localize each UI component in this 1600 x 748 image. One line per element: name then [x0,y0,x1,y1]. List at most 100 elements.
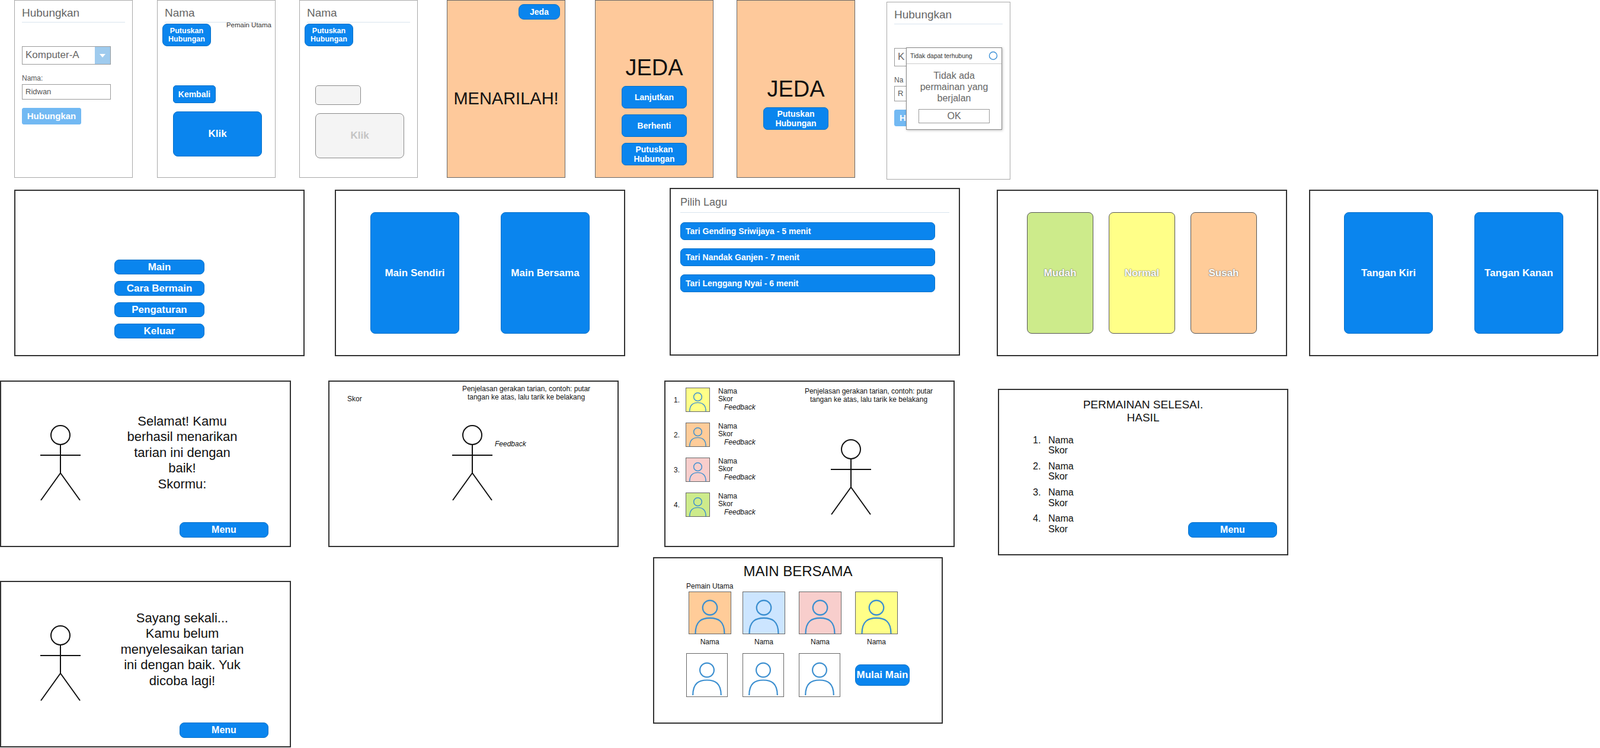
success-screen: Selamat! Kamu berhasil menarikan tarian … [0,380,291,547]
result-row: 3. NamaSkor [1032,487,1074,508]
dropdown-value: Komputer-A [22,46,95,64]
player-avatar-icon [798,591,842,635]
player-feedback: Feedback [724,403,756,412]
menu-button[interactable]: Menu [179,722,269,738]
player-feedback: Feedback [724,438,756,447]
player-row: 4.NamaSkorFeedback [673,492,793,517]
empty-avatar-icon [742,653,784,697]
player-feedback: Feedback [724,473,756,482]
dancer-figure-icon [39,624,82,703]
dialog-title: Tidak dapat terhubung [910,52,973,60]
start-button[interactable]: Mulai Main [855,664,910,686]
main-menu-screen: Main Cara Bermain Pengaturan Keluar [14,189,305,357]
screen-title: Nama [306,6,411,23]
dancer-figure-icon [39,424,82,503]
difficulty-select-screen: MudahNormalSusah [996,189,1288,357]
mode-option[interactable]: Main Sendiri [370,212,460,334]
player-avatar-icon [688,591,732,635]
empty-slot [742,653,784,697]
tap-button[interactable]: Klik [173,111,262,157]
player-row: 3.NamaSkorFeedback [673,457,793,482]
mode-option[interactable]: Main Bersama [500,212,590,334]
fail-screen: Sayang sekali... Kamu belum menyelesaika… [0,580,291,748]
result-row: 4.NamaSkor [1032,513,1074,534]
pause-menu-button[interactable]: Berhenti [621,114,687,137]
dropdown-arrow-icon[interactable] [94,46,111,64]
hand-option[interactable]: Tangan Kanan [1474,212,1564,334]
player-row: 1.NamaSkorFeedback [673,387,793,412]
role-label: Pemain Utama [226,21,272,29]
difficulty-option[interactable]: Susah [1190,212,1257,334]
menu-button[interactable]: Main [114,259,205,275]
disconnect-button[interactable]: Putuskan Hubungan [162,23,211,47]
player-score: Skor [718,500,756,508]
result-score: Skor [1048,471,1074,482]
result-name: Nama [1048,487,1074,498]
instruction-text: Penjelasan gerakan tarian, contoh: putar… [797,387,940,405]
player-rank: 1. [673,395,683,405]
back-button[interactable] [315,85,361,105]
instruction-text: Penjelasan gerakan tarian, contoh: putar… [455,385,598,402]
connect-error-screen: HubungkanKNaRHTidak dapat terhubungTidak… [886,1,1011,180]
player-slot: Nama [798,581,842,646]
player-score: Skor [718,395,756,403]
player-avatar-icon [685,387,710,412]
menu-button[interactable]: Keluar [114,323,205,339]
pause-menu-button[interactable]: Lanjutkan [621,85,687,109]
player-name: Nama [754,637,774,646]
result-rank: 4. [1032,513,1044,534]
hand-select-screen: Tangan Kiri Tangan Kanan [1309,189,1599,357]
controller-disabled-screen: NamaPutuskan Hubungan Klik [299,0,418,178]
back-button[interactable]: Kembali [173,85,216,104]
difficulty-option[interactable]: Mudah [1026,212,1094,334]
player-name: Nama [810,637,830,646]
result-name: Nama [1048,461,1074,472]
song-option[interactable]: Tari Lenggang Nyai - 6 menit [680,274,936,293]
results-screen: PERMAINAN SELESAI.HASIL1.NamaSkor2.NamaS… [997,388,1289,556]
song-option[interactable]: Tari Gending Sriwijaya - 5 menit [680,222,936,240]
song-option[interactable]: Tari Nandak Ganjen - 7 menit [680,248,936,267]
result-rank: 3. [1032,487,1044,508]
player-avatar-icon [685,422,710,447]
player-avatar-icon [685,457,710,482]
pause-guest-screen: JEDAPutuskan Hubungan [736,0,856,178]
difficulty-option[interactable]: Normal [1108,212,1176,334]
result-name: Nama [1048,434,1074,446]
close-circle-icon[interactable] [988,50,998,61]
connect-screen: HubungkanKomputer-ANama:RidwanHubungkan [14,0,133,178]
pause-button[interactable]: Jeda [518,4,560,20]
results-title: PERMAINAN SELESAI.HASIL [1009,398,1278,425]
screen-title: Pilih Lagu [680,196,950,213]
name-input[interactable]: Ridwan [21,84,111,100]
solo-play-screen: SkorPenjelasan gerakan tarian, contoh: p… [328,380,619,547]
tap-button[interactable]: Klik [315,113,405,159]
device-dropdown[interactable]: Komputer-A [21,46,111,65]
menu-button[interactable]: Cara Bermain [114,280,205,296]
empty-avatar-icon [798,653,841,697]
player-name: Nama [866,637,886,646]
ok-button[interactable]: OK [918,109,990,124]
lobby-screen: MAIN BERSAMAPemain UtamaNamaNamaNamaNama… [653,557,943,724]
hand-option[interactable]: Tangan Kiri [1344,212,1433,334]
multi-play-screen: 1.NamaSkorFeedback 2.NamaSkorFeedback 3.Na… [664,380,955,547]
player-slot: Pemain UtamaNama [686,581,734,646]
menu-button[interactable]: Pengaturan [114,302,205,318]
menu-button[interactable]: Menu [179,522,269,538]
player-row: 2.NamaSkorFeedback [673,422,793,447]
dance-message: MENARILAH! [454,19,558,172]
empty-slot [686,653,728,697]
result-score: Skor [1048,497,1074,509]
disconnect-button[interactable]: Putuskan Hubungan [304,23,354,47]
player-slot: Nama [742,581,786,646]
pause-title: JEDA [625,55,683,82]
pause-menu-button[interactable]: Putuskan Hubungan [621,142,687,166]
result-rank: 2. [1032,461,1044,482]
menu-button[interactable]: Menu [1188,522,1278,538]
connect-button[interactable]: Hubungkan [21,107,82,125]
feedback-text: Feedback [494,439,598,503]
dialog-message: Tidak ada permainan yang berjalan [906,64,1002,110]
player-avatar-icon [855,591,898,635]
pause-menu-button[interactable]: Putuskan Hubungan [763,107,829,130]
dancer-figure-icon [450,424,494,503]
dancer-figure-icon [829,438,873,517]
